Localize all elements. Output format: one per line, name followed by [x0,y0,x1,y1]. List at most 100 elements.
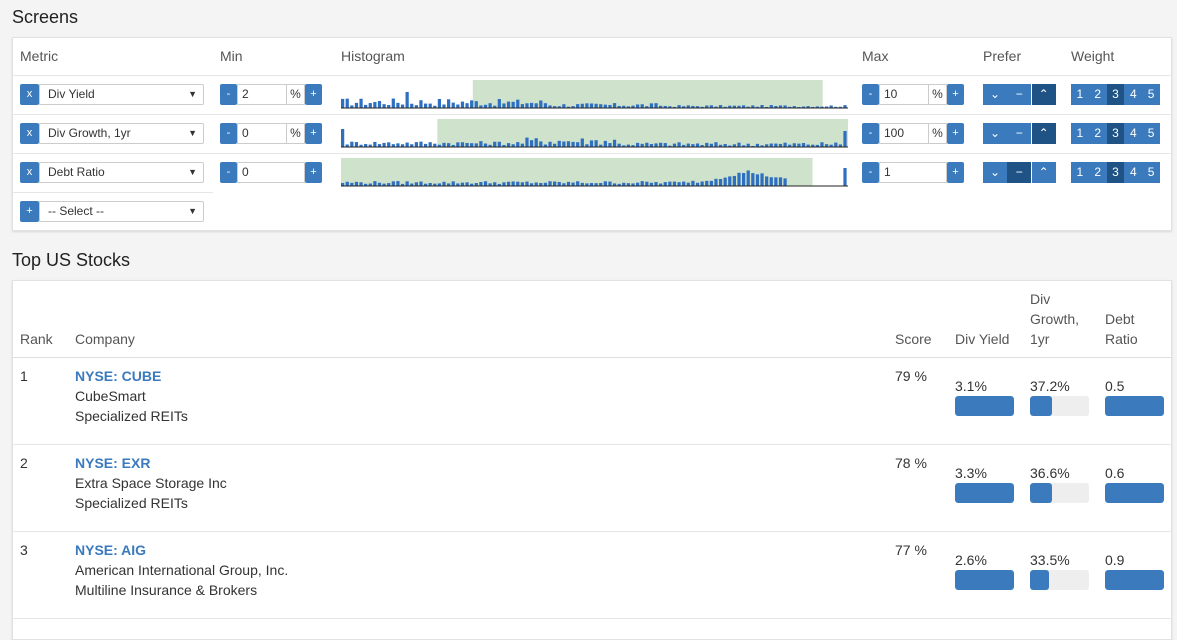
metric-select[interactable]: Div Growth, 1yr ▼ [39,123,204,144]
max-increment-button[interactable]: + [947,123,964,144]
histogram-bar [769,177,773,186]
min-increment-button[interactable]: + [305,84,322,105]
chevron-down-icon: ▼ [188,206,197,216]
prefer-up-button[interactable]: ⌃ [1031,162,1056,183]
min-increment-button[interactable]: + [305,162,322,183]
max-stepper[interactable]: -100% + [862,123,965,144]
max-stepper[interactable]: -10% + [862,84,965,105]
chevron-up-icon: ⌃ [1038,87,1049,101]
min-value-input[interactable]: 2 [237,84,287,105]
min-increment-button[interactable]: + [305,123,322,144]
histogram-bar [783,142,787,147]
ticker-link[interactable]: NYSE: CUBE [75,368,161,384]
histogram-header: Histogram [341,48,405,64]
histogram-bar [580,103,584,108]
weight-3-button[interactable]: 3 [1106,123,1125,144]
histogram-bar [539,141,543,147]
weight-3-button[interactable]: 3 [1106,162,1125,183]
remove-screen-button[interactable]: x [20,84,39,105]
max-value-input[interactable]: 100 [879,123,929,144]
add-metric-select[interactable]: -- Select -- ▼ [39,201,204,222]
div-yield-value: 3.1% [955,378,987,394]
bar-fill [1030,396,1052,416]
max-increment-button[interactable]: + [947,84,964,105]
histogram-bar [571,182,575,186]
min-stepper[interactable]: -0 + [220,162,323,183]
min-decrement-button[interactable]: - [220,84,237,105]
stocks-header: Rank Company Score Div Yield Div Growth,… [13,281,1171,358]
weight-3-button[interactable]: 3 [1106,84,1125,105]
histogram-bar [603,181,607,186]
max-decrement-button[interactable]: - [862,162,879,183]
min-value-input[interactable]: 0 [237,123,287,144]
prefer-none-button[interactable]: − [1007,123,1032,144]
histogram-bar [714,178,718,186]
histogram-bar [456,104,460,108]
histogram-bar [451,102,455,108]
ticker-link[interactable]: NYSE: AIG [75,542,146,558]
histogram-bar [843,131,847,147]
prefer-none-button[interactable]: − [1007,84,1032,105]
min-stepper[interactable]: -0% + [220,123,323,144]
histogram-bar [737,142,741,147]
max-stepper[interactable]: -1 + [862,162,965,183]
weight-5-button[interactable]: 5 [1142,162,1160,183]
company-name: CubeSmart [75,388,146,404]
weight-2-button[interactable]: 2 [1088,162,1107,183]
histogram[interactable] [341,157,848,187]
max-increment-button[interactable]: + [947,162,964,183]
chevron-down-icon: ⌄ [989,165,1001,179]
weight-2-button[interactable]: 2 [1088,123,1107,144]
prefer-up-button[interactable]: ⌃ [1031,84,1056,105]
min-decrement-button[interactable]: - [220,162,237,183]
histogram-bar [686,143,690,147]
weight-4-button[interactable]: 4 [1124,84,1143,105]
histogram-bar [599,104,603,108]
weight-4-button[interactable]: 4 [1124,123,1143,144]
industry-label: Multiline Insurance & Brokers [75,582,258,598]
histogram-bar [423,103,428,108]
debt-ratio-header: Debt Ratio [1105,311,1138,347]
histogram-bar [594,140,598,147]
histogram-bar [442,181,446,186]
weight-5-button[interactable]: 5 [1142,84,1160,105]
max-decrement-button[interactable]: - [862,123,879,144]
max-value-input[interactable]: 10 [879,84,929,105]
metric-select[interactable]: Debt Ratio ▼ [39,162,204,183]
prefer-down-button[interactable]: ⌄ [983,84,1007,105]
min-value-input[interactable]: 0 [237,162,305,183]
min-unit: % [287,123,305,144]
max-decrement-button[interactable]: - [862,84,879,105]
histogram[interactable] [341,79,848,109]
metric-select[interactable]: Div Yield ▼ [39,84,204,105]
weight-1-button[interactable]: 1 [1071,123,1089,144]
stocks-panel: Rank Company Score Div Yield Div Growth,… [12,280,1172,640]
prefer-up-button[interactable]: ⌃ [1031,123,1056,144]
weight-1-button[interactable]: 1 [1071,162,1089,183]
weight-1-button[interactable]: 1 [1071,84,1089,105]
weight-selector: 12345 [1071,84,1160,105]
weight-2-button[interactable]: 2 [1088,84,1107,105]
prefer-down-button[interactable]: ⌄ [983,162,1007,183]
histogram-bar [645,181,649,186]
weight-5-button[interactable]: 5 [1142,123,1160,144]
remove-screen-button[interactable]: x [20,123,39,144]
histogram-bar [465,182,469,186]
prefer-down-button[interactable]: ⌄ [983,123,1007,144]
max-value-input[interactable]: 1 [879,162,947,183]
histogram-bar [659,142,663,147]
histogram-bar [516,142,520,147]
weight-4-button[interactable]: 4 [1124,162,1143,183]
ticker-link[interactable]: NYSE: EXR [75,455,150,471]
histogram-bar [405,92,409,108]
histogram[interactable] [341,118,848,148]
min-stepper[interactable]: -2% + [220,84,323,105]
add-screen-button[interactable]: + [20,201,39,222]
prefer-none-button[interactable]: − [1007,162,1032,183]
min-decrement-button[interactable]: - [220,123,237,144]
weight-header: Weight [1071,48,1115,64]
histogram-bar [354,102,359,108]
histogram-bar [783,178,787,186]
weight-selector: 12345 [1071,123,1160,144]
remove-screen-button[interactable]: x [20,162,39,183]
